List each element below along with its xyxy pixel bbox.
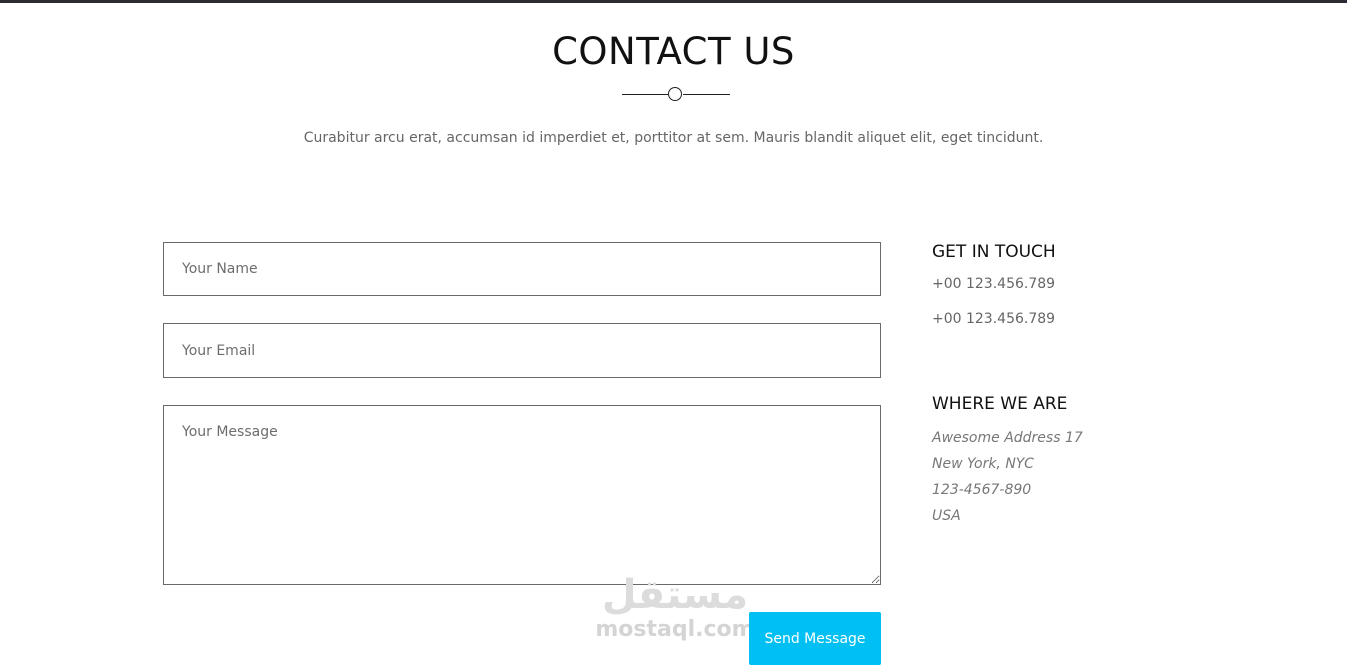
divider-circle-icon	[668, 87, 682, 101]
phone-number-2: +00 123.456.789	[932, 311, 1056, 327]
phone-number-1: +00 123.456.789	[932, 276, 1056, 292]
title-divider	[622, 86, 730, 102]
email-input[interactable]	[163, 323, 881, 378]
divider-line-left	[622, 94, 668, 95]
watermark-latin-text: mostaql.com	[595, 617, 755, 642]
get-in-touch-heading: GET IN TOUCH	[932, 242, 1056, 262]
where-we-are-heading: WHERE WE ARE	[932, 394, 1068, 414]
watermark-arabic-text: مستقل	[601, 572, 749, 618]
address-line-city: New York, NYC	[932, 456, 1034, 472]
address-line-country: USA	[932, 508, 961, 524]
mostaql-watermark: مستقل mostaql.com	[590, 572, 760, 652]
section-subtitle: Curabitur arcu erat, accumsan id imperdi…	[303, 130, 1044, 146]
address-block: Awesome Address 17 New York, NYC 123-456…	[932, 425, 1083, 529]
address-line-street: Awesome Address 17	[932, 430, 1083, 446]
top-border-bar	[0, 0, 1347, 3]
page-title: CONTACT US	[552, 30, 795, 73]
address-line-phone: 123-4567-890	[932, 482, 1032, 498]
divider-line-right	[683, 94, 730, 95]
message-textarea[interactable]	[163, 405, 881, 585]
send-message-button[interactable]: Send Message	[749, 612, 881, 665]
name-input[interactable]	[163, 242, 881, 296]
